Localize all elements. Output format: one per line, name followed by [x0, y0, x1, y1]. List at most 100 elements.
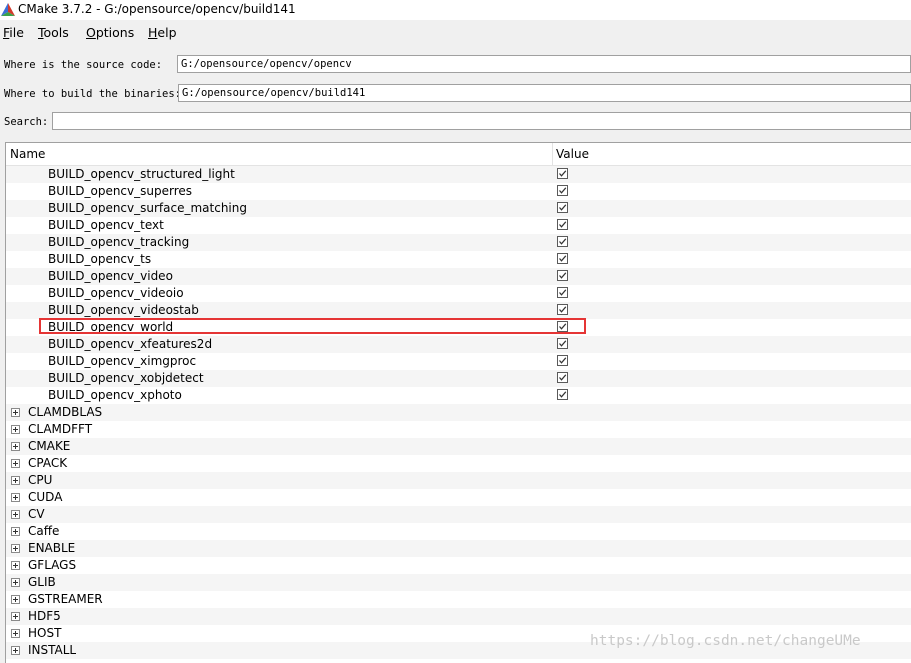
group-name: Caffe — [28, 524, 60, 538]
expand-plus-icon[interactable] — [11, 629, 20, 638]
tree-row-entry[interactable]: BUILD_opencv_ts — [6, 251, 911, 268]
tree-row-group[interactable]: CUDA — [6, 489, 911, 506]
group-name: CLAMDFFT — [28, 422, 93, 436]
tree-row-entry[interactable]: BUILD_opencv_ximgproc — [6, 353, 911, 370]
entry-value-checkbox[interactable] — [557, 304, 568, 315]
entry-value-checkbox[interactable] — [557, 253, 568, 264]
expand-plus-icon[interactable] — [11, 510, 20, 519]
tree-row-group[interactable]: GLIB — [6, 574, 911, 591]
tree-row-group[interactable]: CPACK — [6, 455, 911, 472]
menu-help[interactable]: Help — [148, 25, 177, 40]
entry-value-checkbox[interactable] — [557, 219, 568, 230]
tree-row-group[interactable]: CLAMDFFT — [6, 421, 911, 438]
group-name: CMAKE — [28, 439, 71, 453]
tree-row-entry[interactable]: BUILD_opencv_videoio — [6, 285, 911, 302]
entry-value-checkbox[interactable] — [557, 236, 568, 247]
group-name: CV — [28, 507, 45, 521]
expand-plus-icon[interactable] — [11, 527, 20, 536]
entry-name: BUILD_opencv_videoio — [48, 286, 184, 300]
title-bar: CMake 3.7.2 - G:/opensource/opencv/build… — [0, 0, 911, 20]
group-name: CLAMDBLAS — [28, 405, 103, 419]
tree-row-group[interactable]: CV — [6, 506, 911, 523]
entry-value-checkbox[interactable] — [557, 287, 568, 298]
expand-plus-icon[interactable] — [11, 612, 20, 621]
entry-name: BUILD_opencv_text — [48, 218, 164, 232]
tree-row-entry[interactable]: BUILD_opencv_structured_light — [6, 166, 911, 183]
entry-name: BUILD_opencv_superres — [48, 184, 193, 198]
entry-value-checkbox[interactable] — [557, 185, 568, 196]
group-name: HOST — [28, 626, 62, 640]
binaries-path-input[interactable]: G:/opensource/opencv/build141 — [178, 84, 911, 102]
group-name: GSTREAMER — [28, 592, 103, 606]
expand-plus-icon[interactable] — [11, 476, 20, 485]
search-label: Search: — [4, 116, 49, 128]
cmake-triangle-icon — [1, 3, 15, 16]
entry-name: BUILD_opencv_xphoto — [48, 388, 182, 402]
column-header-name[interactable]: Name — [10, 147, 45, 161]
entry-name: BUILD_opencv_xfeatures2d — [48, 337, 213, 351]
entry-name: BUILD_opencv_video — [48, 269, 173, 283]
entry-name: BUILD_opencv_xobjdetect — [48, 371, 204, 385]
cache-tree[interactable]: Name Value BUILD_opencv_structured_light… — [5, 142, 911, 663]
entry-value-checkbox[interactable] — [557, 168, 568, 179]
entry-name: BUILD_opencv_surface_matching — [48, 201, 247, 215]
tree-row-group[interactable]: GFLAGS — [6, 557, 911, 574]
expand-plus-icon[interactable] — [11, 646, 20, 655]
entry-value-checkbox[interactable] — [557, 270, 568, 281]
expand-plus-icon[interactable] — [11, 442, 20, 451]
menu-tools[interactable]: Tools — [38, 25, 69, 40]
tree-row-group[interactable]: ENABLE — [6, 540, 911, 557]
entry-name: BUILD_opencv_structured_light — [48, 167, 235, 181]
tree-row-group[interactable]: CLAMDBLAS — [6, 404, 911, 421]
entry-value-checkbox[interactable] — [557, 355, 568, 366]
entry-value-checkbox[interactable] — [557, 372, 568, 383]
group-name: GLIB — [28, 575, 56, 589]
tree-row-group[interactable]: CMAKE — [6, 438, 911, 455]
group-name: CPACK — [28, 456, 68, 470]
group-name: INSTALL — [28, 643, 77, 657]
entry-name: BUILD_opencv_ts — [48, 252, 152, 266]
search-input[interactable] — [52, 112, 911, 130]
expand-plus-icon[interactable] — [11, 544, 20, 553]
expand-plus-icon[interactable] — [11, 595, 20, 604]
group-name: CUDA — [28, 490, 63, 504]
tree-row-group[interactable]: CPU — [6, 472, 911, 489]
tree-row-entry[interactable]: BUILD_opencv_text — [6, 217, 911, 234]
window-title: CMake 3.7.2 - G:/opensource/opencv/build… — [18, 2, 296, 16]
tree-row-entry[interactable]: BUILD_opencv_superres — [6, 183, 911, 200]
tree-row-entry[interactable]: BUILD_opencv_surface_matching — [6, 200, 911, 217]
watermark: https://blog.csdn.net/changeUMe — [590, 633, 861, 649]
tree-row-group[interactable]: HDF5 — [6, 608, 911, 625]
tree-row-entry[interactable]: BUILD_opencv_xfeatures2d — [6, 336, 911, 353]
tree-row-entry[interactable]: BUILD_opencv_videostab — [6, 302, 911, 319]
group-name: CPU — [28, 473, 53, 487]
tree-row-group[interactable]: GSTREAMER — [6, 591, 911, 608]
menu-options[interactable]: Options — [86, 25, 134, 40]
source-path-input[interactable]: G:/opensource/opencv/opencv — [177, 55, 911, 73]
tree-row-group[interactable]: Caffe — [6, 523, 911, 540]
tree-row-entry[interactable]: BUILD_opencv_video — [6, 268, 911, 285]
entry-value-checkbox[interactable] — [557, 389, 568, 400]
expand-plus-icon[interactable] — [11, 408, 20, 417]
expand-plus-icon[interactable] — [11, 561, 20, 570]
entry-name: BUILD_opencv_videostab — [48, 303, 199, 317]
expand-plus-icon[interactable] — [11, 459, 20, 468]
entry-name: BUILD_opencv_ximgproc — [48, 354, 197, 368]
group-name: GFLAGS — [28, 558, 77, 572]
expand-plus-icon[interactable] — [11, 493, 20, 502]
tree-row-entry[interactable]: BUILD_opencv_xobjdetect — [6, 370, 911, 387]
column-header-value[interactable]: Value — [556, 147, 589, 161]
source-path-label: Where is the source code: — [4, 59, 163, 71]
binaries-path-label: Where to build the binaries: — [4, 88, 182, 100]
menu-file[interactable]: File — [3, 25, 24, 40]
entry-value-checkbox[interactable] — [557, 338, 568, 349]
tree-row-entry[interactable]: BUILD_opencv_tracking — [6, 234, 911, 251]
entry-name: BUILD_opencv_tracking — [48, 235, 190, 249]
group-name: HDF5 — [28, 609, 61, 623]
expand-plus-icon[interactable] — [11, 578, 20, 587]
entry-value-checkbox[interactable] — [557, 202, 568, 213]
column-divider[interactable] — [552, 143, 553, 165]
expand-plus-icon[interactable] — [11, 425, 20, 434]
highlight-annotation-box — [39, 318, 586, 334]
tree-row-entry[interactable]: BUILD_opencv_xphoto — [6, 387, 911, 404]
